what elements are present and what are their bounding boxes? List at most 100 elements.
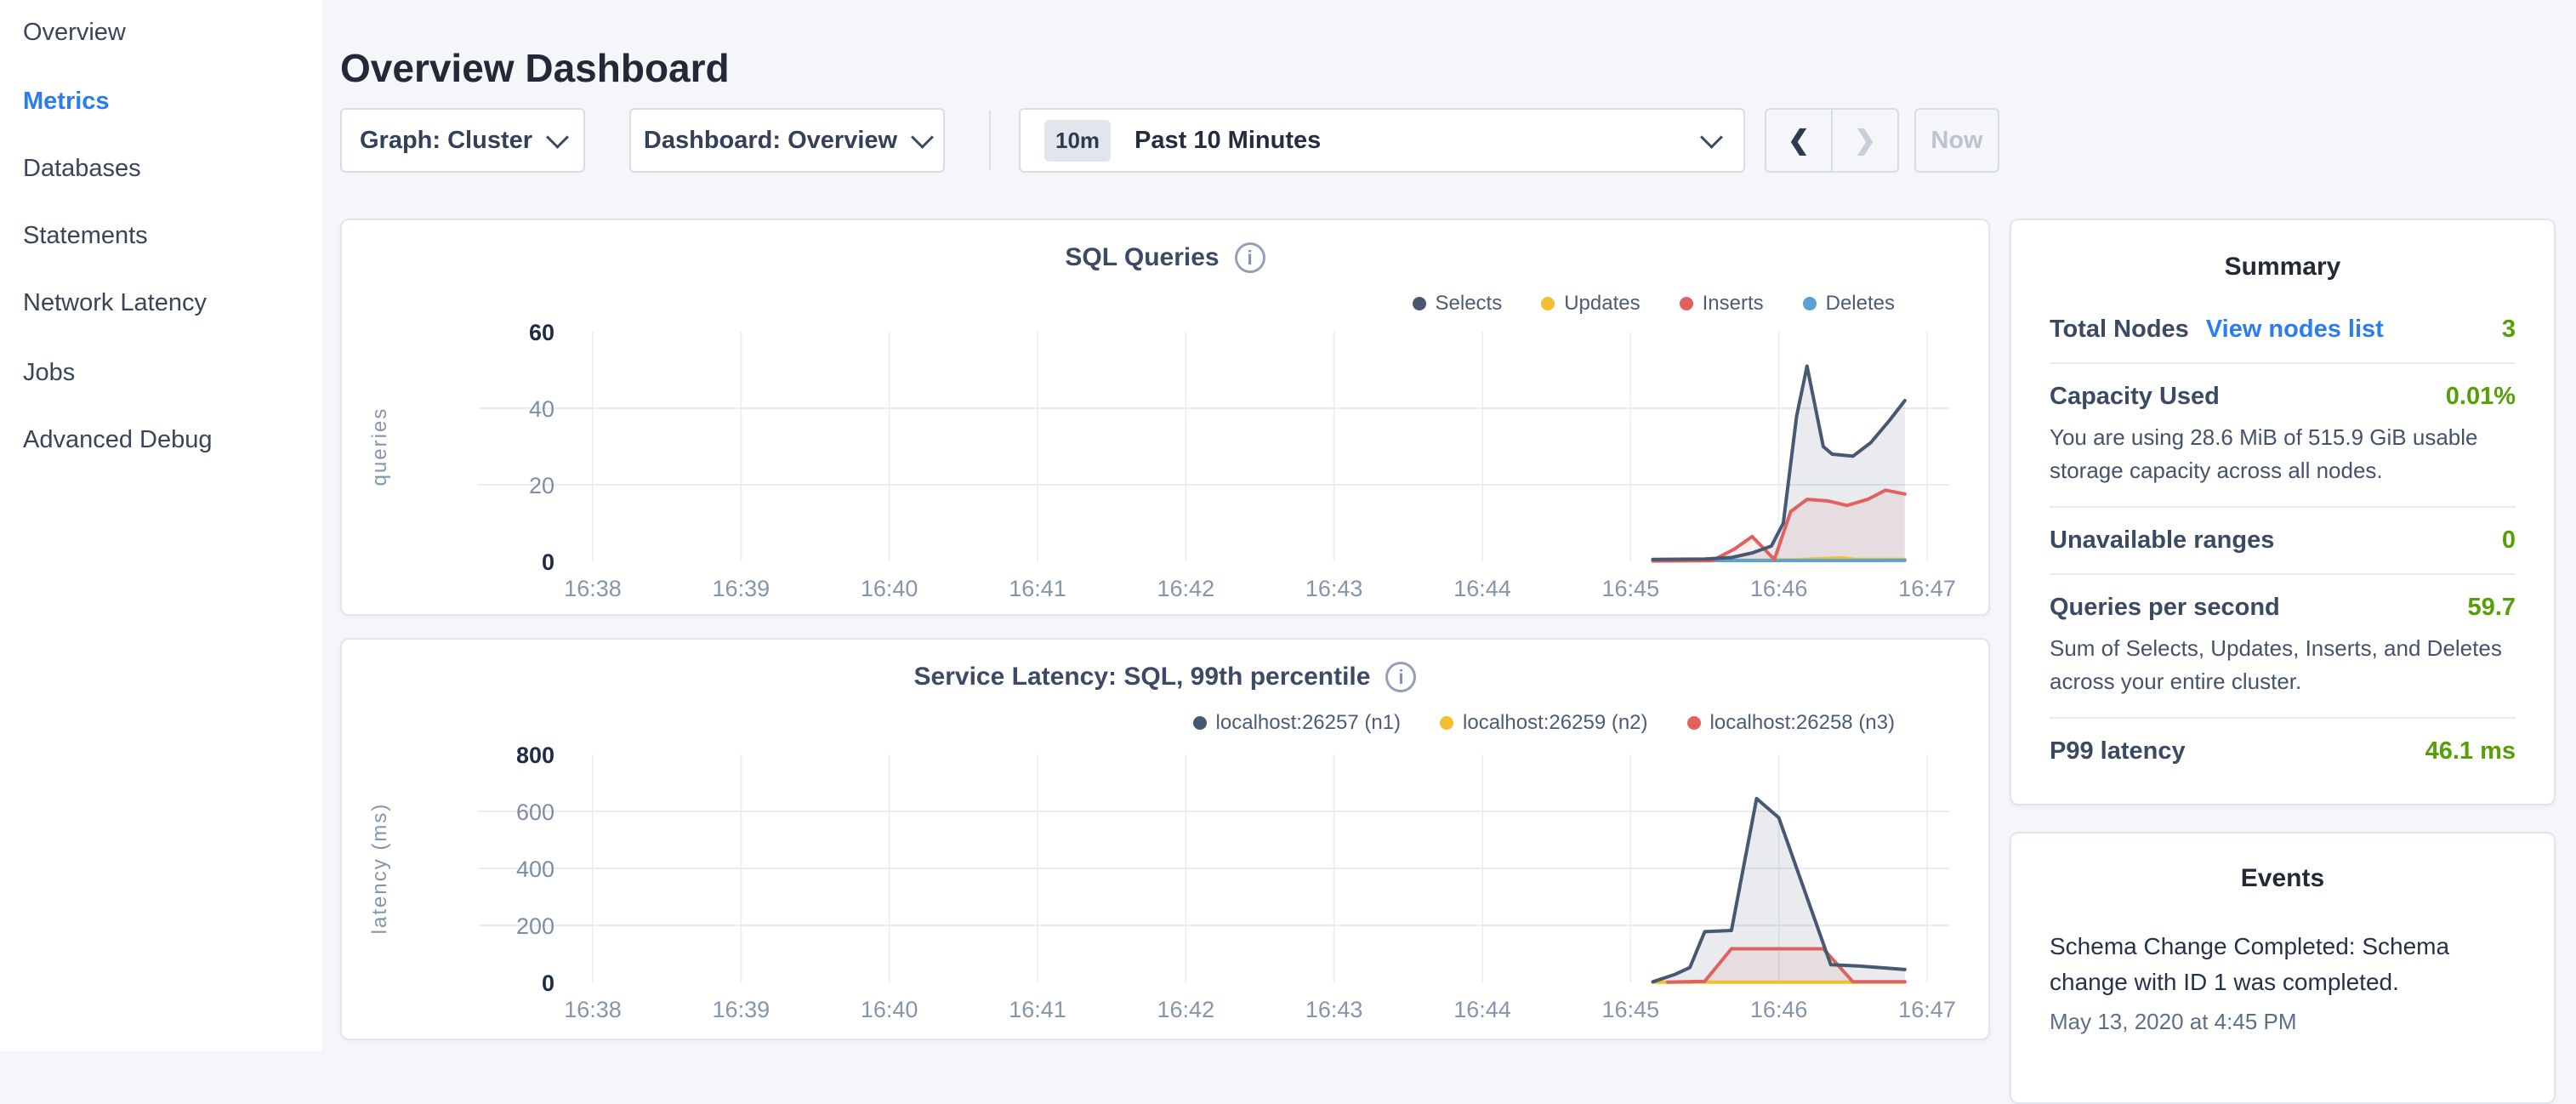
info-icon-glyph: i — [1398, 666, 1403, 689]
legend-label-n3: localhost:26258 (n3) — [1710, 711, 1895, 735]
events-panel: Events Schema Change Completed: Schema c… — [2010, 832, 2556, 1104]
service-latency-chart[interactable]: 020040060080016:3816:3916:4016:4116:4216… — [342, 640, 1992, 1042]
sidebar-item-statements[interactable]: Statements — [23, 222, 148, 251]
x-tick-label: 16:38 — [564, 576, 622, 601]
unavailable-ranges-label: Unavailable ranges — [2050, 526, 2274, 555]
sidebar-item-jobs[interactable]: Jobs — [23, 359, 75, 388]
capacity-used-value: 0.01% — [2446, 383, 2516, 411]
summary-row-total-nodes: Total Nodes View nodes list 3 — [2050, 316, 2516, 344]
legend-item-inserts: Inserts — [1680, 292, 1764, 316]
y-tick-label: 0 — [542, 970, 554, 996]
next-time-button[interactable]: ❯ — [1833, 110, 1897, 171]
total-nodes-value: 3 — [2502, 316, 2516, 344]
controls-divider — [989, 111, 991, 170]
x-tick-label: 16:45 — [1602, 997, 1660, 1022]
legend-dot-selects — [1413, 297, 1426, 310]
info-icon[interactable]: i — [1235, 242, 1265, 273]
y-tick-label: 600 — [516, 800, 554, 825]
service-latency-card: Service Latency: SQL, 99th percentile i … — [340, 638, 1990, 1040]
legend-label-n1: localhost:26257 (n1) — [1216, 711, 1401, 735]
service-latency-chart-title: Service Latency: SQL, 99th percentile — [914, 663, 1371, 691]
info-icon[interactable]: i — [1385, 662, 1416, 692]
legend-label-n2: localhost:26259 (n2) — [1463, 711, 1647, 735]
sidebar-item-overview[interactable]: Overview — [23, 19, 126, 48]
graph-dropdown[interactable]: Graph: Cluster — [340, 108, 585, 173]
capacity-used-description: You are using 28.6 MiB of 515.9 GiB usab… — [2050, 421, 2516, 487]
sidebar-item-network-latency[interactable]: Network Latency — [23, 289, 207, 318]
x-tick-label: 16:39 — [713, 576, 771, 601]
x-tick-label: 16:46 — [1750, 576, 1808, 601]
y-tick-label: 20 — [529, 473, 554, 498]
y-tick-label: 200 — [516, 913, 554, 939]
sql-queries-chart[interactable]: 020406016:3816:3916:4016:4116:4216:4316:… — [342, 220, 1992, 617]
divider — [2050, 717, 2516, 719]
overview-dashboard-page: { "colors": { "accent_blue": "#2b7cf2", … — [0, 0, 2576, 1051]
qps-value: 59.7 — [2468, 594, 2516, 622]
summary-row-unavailable-ranges: Unavailable ranges 0 — [2050, 526, 2516, 555]
x-tick-label: 16:44 — [1453, 576, 1511, 601]
sql-queries-legend: Selects Updates Inserts Deletes — [1413, 292, 1896, 316]
capacity-used-label: Capacity Used — [2050, 383, 2220, 411]
x-tick-label: 16:45 — [1602, 576, 1660, 601]
chevron-down-icon — [546, 126, 569, 149]
p99-latency-value: 46.1 ms — [2425, 737, 2516, 765]
legend-item-n2: localhost:26259 (n2) — [1440, 711, 1647, 735]
series-area — [1653, 799, 1905, 982]
now-button[interactable]: Now — [1914, 108, 1999, 173]
dashboard-dropdown-label: Dashboard: Overview — [644, 127, 897, 155]
x-tick-label: 16:46 — [1750, 997, 1808, 1022]
sidebar-item-metrics[interactable]: Metrics — [23, 88, 110, 117]
x-tick-label: 16:39 — [713, 997, 771, 1022]
qps-label: Queries per second — [2050, 594, 2280, 622]
chevron-down-icon — [911, 126, 934, 149]
y-tick-label: 800 — [516, 743, 554, 768]
legend-item-n3: localhost:26258 (n3) — [1687, 711, 1895, 735]
legend-item-deletes: Deletes — [1803, 292, 1895, 316]
legend-dot-n2 — [1440, 716, 1453, 730]
sql-queries-card: SQL Queries i Selects Updates Inserts De… — [340, 219, 1990, 616]
x-tick-label: 16:42 — [1157, 997, 1215, 1022]
divider — [2050, 573, 2516, 575]
legend-label-inserts: Inserts — [1703, 292, 1764, 316]
event-message: Schema Change Completed: Schema change w… — [2050, 929, 2516, 1000]
x-tick-label: 16:43 — [1305, 997, 1363, 1022]
time-step-buttons: ❮ ❯ — [1765, 108, 1899, 173]
x-tick-label: 16:43 — [1305, 576, 1363, 601]
y-tick-label: 60 — [529, 320, 554, 345]
y-tick-label: 400 — [516, 856, 554, 882]
chevron-right-icon: ❯ — [1854, 125, 1876, 156]
x-tick-label: 16:40 — [861, 997, 918, 1022]
time-range-dropdown[interactable]: 10m Past 10 Minutes — [1019, 108, 1745, 173]
legend-label-updates: Updates — [1564, 292, 1640, 316]
sidebar: Overview Metrics Databases Statements Ne… — [0, 0, 321, 1051]
graph-dropdown-label: Graph: Cluster — [360, 127, 532, 155]
legend-item-selects: Selects — [1413, 292, 1503, 316]
legend-label-deletes: Deletes — [1826, 292, 1895, 316]
sidebar-item-advanced-debug[interactable]: Advanced Debug — [23, 426, 213, 455]
qps-description: Sum of Selects, Updates, Inserts, and De… — [2050, 632, 2516, 698]
p99-latency-label: P99 latency — [2050, 737, 2186, 765]
prev-time-button[interactable]: ❮ — [1766, 110, 1833, 171]
event-timestamp: May 13, 2020 at 4:45 PM — [2050, 1009, 2516, 1035]
event-item: Schema Change Completed: Schema change w… — [2050, 929, 2516, 1035]
view-nodes-list-link[interactable]: View nodes list — [2206, 316, 2384, 344]
dashboard-dropdown[interactable]: Dashboard: Overview — [629, 108, 945, 173]
x-tick-label: 16:47 — [1898, 997, 1956, 1022]
x-tick-label: 16:38 — [564, 997, 622, 1022]
divider — [2050, 362, 2516, 364]
time-range-label: Past 10 Minutes — [1134, 127, 1321, 155]
summary-header: Summary — [2050, 253, 2516, 282]
info-icon-glyph: i — [1247, 247, 1252, 270]
summary-row-p99: P99 latency 46.1 ms — [2050, 737, 2516, 765]
unavailable-ranges-value: 0 — [2502, 526, 2516, 555]
chevron-down-icon — [1700, 126, 1723, 149]
y-axis-title: queries — [368, 407, 391, 487]
events-header: Events — [2050, 864, 2516, 893]
sidebar-item-databases[interactable]: Databases — [23, 155, 141, 184]
summary-row-capacity: Capacity Used 0.01% — [2050, 383, 2516, 411]
x-tick-label: 16:47 — [1898, 576, 1956, 601]
legend-dot-n3 — [1687, 716, 1701, 730]
time-range-badge: 10m — [1044, 120, 1111, 162]
x-tick-label: 16:42 — [1157, 576, 1215, 601]
y-tick-label: 0 — [542, 549, 554, 575]
